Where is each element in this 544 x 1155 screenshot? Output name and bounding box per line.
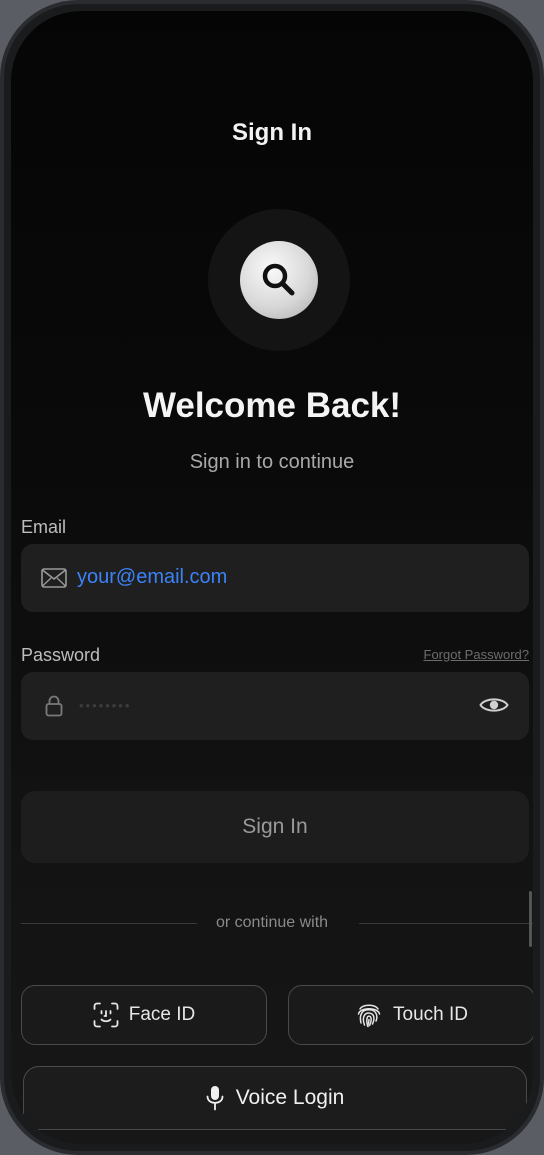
microphone-icon xyxy=(206,1086,224,1111)
password-field[interactable]: •••••••• xyxy=(21,672,529,740)
device-frame: Sign In Welcome Back! Sign in to continu… xyxy=(0,0,544,1155)
search-icon xyxy=(262,263,295,296)
forgot-password-link[interactable]: Forgot Password? xyxy=(424,647,530,662)
email-field[interactable]: your@email.com xyxy=(21,544,529,612)
voice-login-label: Voice Login xyxy=(235,1086,345,1109)
divider-text: or continue with xyxy=(11,914,533,932)
scrollbar[interactable] xyxy=(529,891,532,947)
face-id-icon xyxy=(93,1002,119,1028)
lock-icon xyxy=(45,695,63,717)
password-label: Password xyxy=(21,645,101,665)
fingerprint-icon xyxy=(357,1004,381,1028)
page-title: Sign In xyxy=(232,119,312,146)
divider-label: or continue with xyxy=(215,914,329,931)
touch-id-label: Touch ID xyxy=(393,1004,468,1025)
screen: Sign In Welcome Back! Sign in to continu… xyxy=(11,11,533,1144)
eye-icon[interactable] xyxy=(479,694,509,716)
face-id-button[interactable]: Face ID xyxy=(21,985,267,1045)
welcome-heading: Welcome Back! xyxy=(142,386,402,425)
password-input-value[interactable]: •••••••• xyxy=(79,698,131,713)
sign-in-button[interactable]: Sign In xyxy=(21,791,529,863)
welcome-subtitle: Sign in to continue xyxy=(189,451,355,473)
email-label: Email xyxy=(21,517,67,537)
logo xyxy=(240,241,318,319)
email-input-value[interactable]: your@email.com xyxy=(77,566,227,589)
face-id-label: Face ID xyxy=(128,1004,196,1025)
voice-login-button[interactable]: Voice Login xyxy=(23,1066,527,1130)
mail-icon xyxy=(41,568,67,588)
touch-id-button[interactable]: Touch ID xyxy=(288,985,533,1045)
